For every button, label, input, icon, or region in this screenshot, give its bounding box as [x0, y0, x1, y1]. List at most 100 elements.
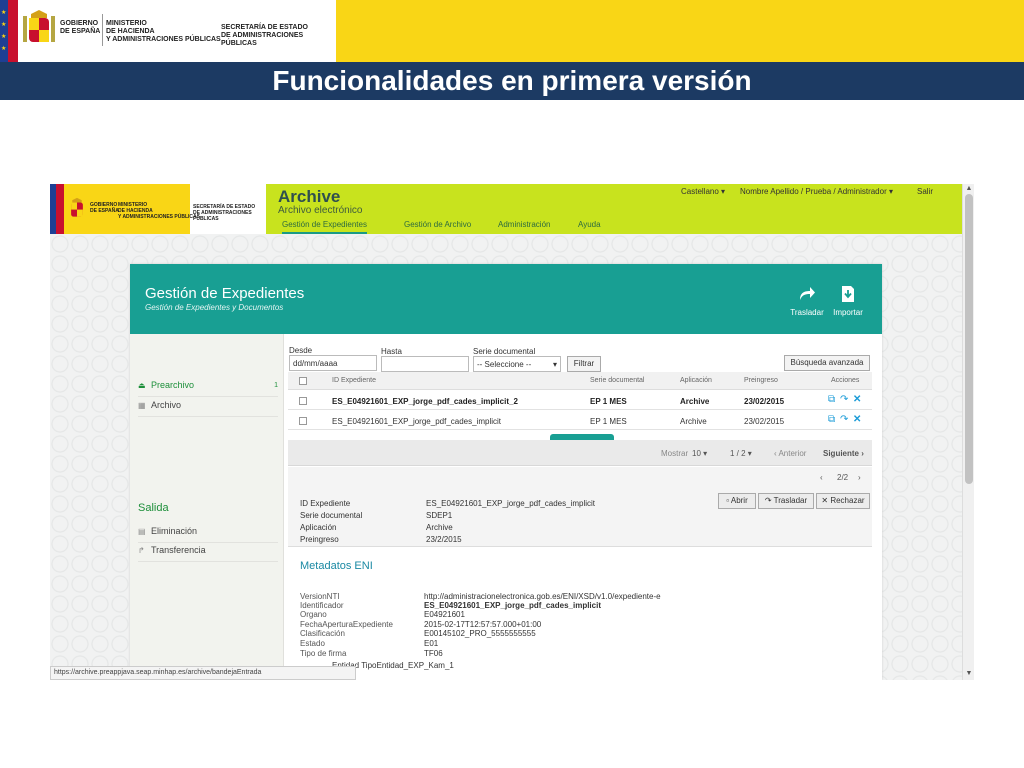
sidebar-item-archivo[interactable]: ▦ Archivo: [138, 400, 278, 417]
table-row[interactable]: ES_E04921601_EXP_jorge_pdf_cades_implici…: [288, 391, 872, 410]
ministry-label-line2: de Hacienda: [106, 28, 155, 35]
caret-down-icon: ▾: [552, 360, 557, 369]
user-menu[interactable]: Nombre Apellido / Prueba / Administrador…: [740, 187, 893, 196]
abrir-button[interactable]: ▫ Abrir: [718, 493, 756, 509]
select-all-checkbox[interactable]: [299, 377, 307, 385]
close-icon[interactable]: ✕: [853, 414, 861, 425]
metadata-key: Estado: [300, 639, 325, 648]
rechazar-button[interactable]: ✕ Rechazar: [816, 493, 870, 509]
app-spain-strip: [56, 184, 64, 234]
main-content: Desde dd/mm/aaaa Hasta Serie documental …: [288, 334, 872, 680]
hasta-label: Hasta: [381, 347, 402, 356]
government-logo-block: ★ ★ ★ ★ Gobierno de España Ministerio de…: [0, 0, 336, 62]
metadata-value: TF06: [424, 649, 443, 658]
scroll-thumb[interactable]: [965, 194, 973, 484]
spain-flag-strip: [8, 0, 18, 62]
panel-header: Gestión de Expedientes Gestión de Expedi…: [130, 264, 882, 334]
row-app: Archive: [680, 417, 707, 426]
inbox-tray-icon: ⏏: [138, 381, 146, 390]
metadata-key: Identificador: [300, 601, 344, 610]
panel-subtitle: Gestión de Expedientes y Documentos: [145, 303, 284, 312]
detail-value: 23/2/2015: [426, 535, 462, 544]
metadata-key: VersionNTI: [300, 592, 340, 601]
gov-label-line1: Gobierno: [60, 20, 99, 27]
trasladar-detail-button[interactable]: ↷ Trasladar: [758, 493, 814, 509]
app-coat-of-arms-icon: [71, 197, 83, 217]
col-id-expediente: ID Expediente: [332, 377, 376, 384]
row-id: ES_E04921601_EXP_jorge_pdf_cades_implici…: [332, 397, 518, 406]
open-external-icon[interactable]: ⧉: [828, 394, 835, 405]
logo-divider-2: [214, 14, 215, 46]
metadata-value: 2015-02-17T12:57:57.000+01:00: [424, 620, 542, 629]
sidebar-item-label: Transferencia: [151, 545, 206, 555]
serie-select-value: -- Seleccione --: [477, 360, 532, 369]
row-serie: EP 1 MES: [590, 397, 627, 406]
row-date: 23/02/2015: [744, 397, 785, 406]
serie-documental-select[interactable]: -- Seleccione -- ▾: [473, 356, 561, 372]
nav-administracion[interactable]: Administración: [498, 220, 550, 229]
slide-title: Funcionalidades en primera versión: [272, 65, 752, 96]
eu-flag-strip: ★ ★ ★ ★: [0, 0, 8, 62]
per-page-select[interactable]: 10 ▾: [692, 449, 707, 458]
detail-key: Aplicación: [300, 523, 337, 532]
col-serie-documental: Serie documental: [590, 377, 645, 384]
language-selector[interactable]: Castellano ▾: [681, 187, 725, 196]
page-select[interactable]: 1 / 2 ▾: [730, 449, 752, 458]
filtrar-button[interactable]: Filtrar: [567, 356, 601, 372]
close-icon[interactable]: ✕: [853, 394, 861, 405]
desde-input[interactable]: dd/mm/aaaa: [289, 355, 377, 371]
sidebar-item-transferencia[interactable]: ↱ Transferencia: [138, 545, 278, 562]
share-arrow-icon[interactable]: ↷: [840, 414, 848, 425]
chevron-right-icon[interactable]: ›: [858, 473, 861, 482]
ministry-label-line1: Ministerio: [106, 20, 147, 27]
scroll-up-icon[interactable]: ▲: [963, 185, 974, 192]
secretariat-label-line2: de Administraciones Públicas: [221, 32, 304, 47]
metadatos-eni-title: Metadatos ENI: [300, 560, 373, 572]
scrollbar[interactable]: ▲ ▼: [962, 184, 974, 680]
trash-icon: ▤: [138, 527, 146, 536]
trasladar-button[interactable]: Trasladar: [787, 286, 827, 317]
hasta-input[interactable]: [381, 356, 469, 372]
app-ministry-line3: y Administraciones Públicas: [118, 214, 200, 220]
share-arrow-icon[interactable]: ↷: [840, 394, 848, 405]
nav-ayuda[interactable]: Ayuda: [578, 220, 601, 229]
row-checkbox[interactable]: [299, 397, 307, 405]
nav-gestion-archivo[interactable]: Gestión de Archivo: [404, 220, 471, 229]
sidebar-item-label: Prearchivo: [151, 380, 195, 390]
status-bar-url: https://archive.preappjava.seap.minhap.e…: [50, 666, 356, 680]
anterior-button[interactable]: ‹ Anterior: [774, 449, 806, 458]
import-icon: [842, 286, 854, 302]
metadata-key: Tipo de firma: [300, 649, 347, 658]
app-title: Archive: [278, 187, 341, 206]
detail-value: Archive: [426, 523, 453, 532]
sidebar-item-prearchivo[interactable]: ⏏ Prearchivo 1: [138, 380, 278, 397]
row-date: 23/02/2015: [744, 417, 785, 426]
app-gov-logo: Gobierno de España Ministerio de Haciend…: [50, 184, 266, 234]
nav-gestion-expedientes[interactable]: Gestión de Expedientes: [282, 220, 367, 234]
importar-button[interactable]: Importar: [828, 286, 868, 317]
sidebar-item-eliminacion[interactable]: ▤ Eliminación: [138, 526, 278, 543]
desde-label: Desde: [289, 346, 313, 355]
ministry-label-line3: y Administraciones Públicas: [106, 36, 221, 43]
busqueda-avanzada-button[interactable]: Búsqueda avanzada: [784, 355, 870, 371]
share-arrow-icon: [800, 287, 815, 300]
slide-header-banner: ★ ★ ★ ★ Gobierno de España Ministerio de…: [0, 0, 1024, 62]
expedientes-panel: Gestión de Expedientes Gestión de Expedi…: [130, 264, 882, 680]
scroll-down-icon[interactable]: ▼: [963, 670, 974, 677]
serie-documental-label: Serie documental: [473, 347, 536, 356]
detail-key: Serie documental: [300, 511, 363, 520]
detail-section: ‹ 2/2 › ▫ Abrir ↷ Trasladar ✕ Rechazar I…: [288, 467, 872, 547]
metadata-value: E01: [424, 639, 439, 648]
panel-title: Gestión de Expedientes: [145, 285, 305, 302]
logout-link[interactable]: Salir: [917, 187, 933, 196]
sidebar: ⏏ Prearchivo 1 ▦ Archivo Salida ▤ Eliminaci…: [130, 334, 284, 680]
siguiente-button[interactable]: Siguiente ›: [823, 449, 864, 458]
row-serie: EP 1 MES: [590, 417, 627, 426]
open-external-icon[interactable]: ⧉: [828, 414, 835, 425]
app-screenshot: Gobierno de España Ministerio de Haciend…: [50, 184, 974, 680]
row-checkbox[interactable]: [299, 417, 307, 425]
row-id: ES_E04921601_EXP_jorge_pdf_cades_implici…: [332, 417, 502, 426]
chevron-left-icon[interactable]: ‹: [820, 473, 823, 482]
table-row[interactable]: ES_E04921601_EXP_jorge_pdf_cades_implici…: [288, 411, 872, 430]
detail-page-counter: 2/2: [837, 473, 849, 482]
